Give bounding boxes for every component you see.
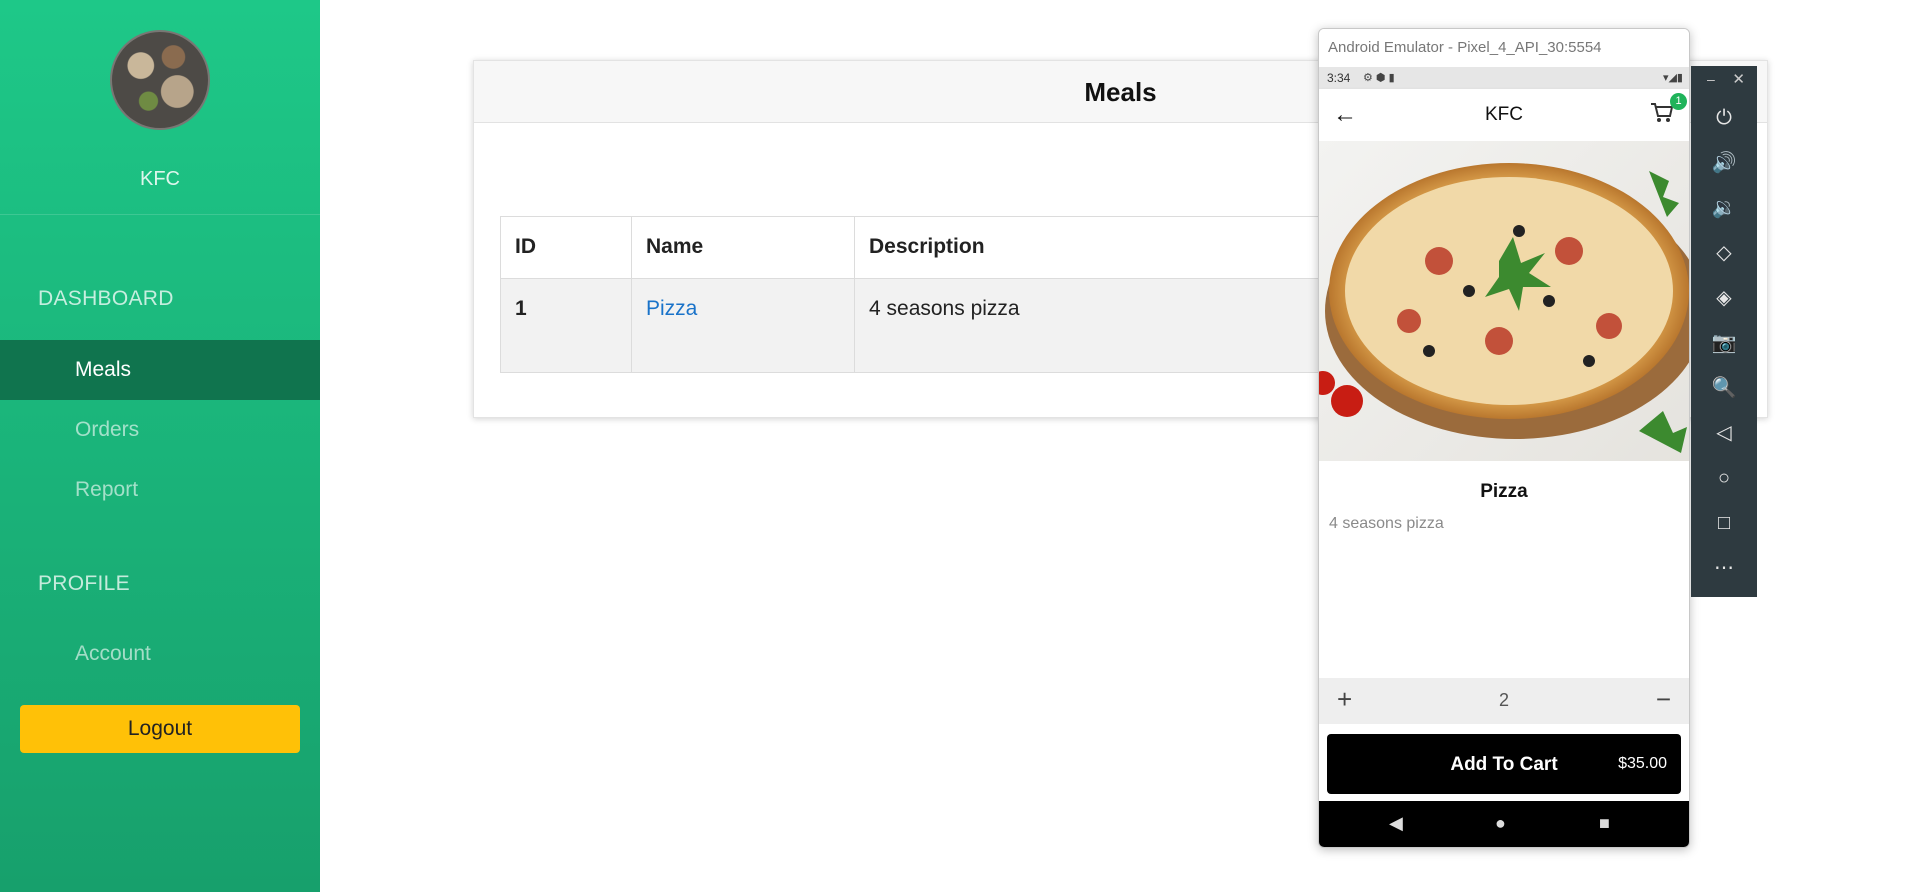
signal-battery-icon: ▾◢▮ xyxy=(1662,72,1683,84)
decrease-quantity-button[interactable]: − xyxy=(1656,684,1671,715)
cart-badge: 1 xyxy=(1670,93,1687,110)
column-header-name: Name xyxy=(631,216,855,279)
meal-name-link[interactable]: Pizza xyxy=(631,278,855,373)
nav-back-icon[interactable]: ◀ xyxy=(1389,813,1403,834)
meals-table: ID Name Description 1 Pizza 4 seasons pi… xyxy=(500,216,1455,373)
sidebar: KFC DASHBOARD Meals Orders Report PROFIL… xyxy=(0,0,320,892)
section-dashboard: DASHBOARD xyxy=(38,287,174,310)
close-icon[interactable]: ✕ xyxy=(1732,70,1745,88)
app-title: KFC xyxy=(1485,104,1523,125)
volume-down-icon[interactable]: 🔉 xyxy=(1691,186,1757,231)
zoom-icon[interactable]: 🔍 xyxy=(1691,366,1757,411)
sidebar-item-account[interactable]: Account xyxy=(0,624,320,684)
sidebar-item-orders[interactable]: Orders xyxy=(0,400,320,460)
minimize-icon[interactable]: – xyxy=(1707,71,1715,87)
power-icon[interactable]: ⏻ xyxy=(1691,96,1757,141)
android-nav-bar: ◀ ● ■ xyxy=(1319,801,1689,847)
column-header-id: ID xyxy=(500,216,632,279)
android-emulator-window: Android Emulator - Pixel_4_API_30:5554 3… xyxy=(1318,28,1690,848)
overview-icon[interactable]: □ xyxy=(1691,501,1757,546)
nav-home-icon[interactable]: ● xyxy=(1495,813,1506,834)
restaurant-avatar xyxy=(110,30,210,130)
quantity-stepper: + 2 − xyxy=(1319,678,1689,724)
rotate-left-icon[interactable]: ◇ xyxy=(1691,231,1757,276)
status-bar: 3:34 ⚙ ⬢ ▮ ▾◢▮ xyxy=(1319,67,1689,89)
pizza-illustration xyxy=(1319,163,1689,453)
nav-recents-icon[interactable]: ■ xyxy=(1599,813,1610,834)
more-icon[interactable]: ⋯ xyxy=(1691,546,1757,591)
add-to-cart-button[interactable]: Add To Cart $35.00 xyxy=(1327,734,1681,794)
sidebar-item-report[interactable]: Report xyxy=(0,460,320,520)
meal-title: Pizza xyxy=(1480,481,1528,502)
emulator-toolbar: – ✕ ⏻ 🔊 🔉 ◇ ◈ 📷 🔍 ◁ ○ □ ⋯ xyxy=(1691,66,1757,597)
status-icons: ⚙ ⬢ ▮ xyxy=(1363,72,1395,84)
app-bar: ← KFC 1 xyxy=(1319,89,1689,141)
emulator-title: Android Emulator - Pixel_4_API_30:5554 xyxy=(1319,29,1689,67)
volume-up-icon[interactable]: 🔊 xyxy=(1691,141,1757,186)
meal-description: 4 seasons pizza xyxy=(1329,515,1444,532)
cell-id: 1 xyxy=(500,278,632,373)
section-profile: PROFILE xyxy=(38,572,130,595)
back-icon[interactable]: ◁ xyxy=(1691,411,1757,456)
camera-icon[interactable]: 📷 xyxy=(1691,321,1757,366)
status-time: 3:34 xyxy=(1327,71,1351,85)
table-header-row: ID Name Description xyxy=(500,216,1455,279)
restaurant-name: KFC xyxy=(140,168,180,190)
home-icon[interactable]: ○ xyxy=(1691,456,1757,501)
meal-image xyxy=(1319,141,1689,461)
price-label: $35.00 xyxy=(1618,755,1667,772)
sidebar-divider xyxy=(0,214,320,215)
sidebar-item-meals[interactable]: Meals xyxy=(0,340,320,400)
quantity-value: 2 xyxy=(1498,690,1509,710)
logout-button[interactable]: Logout xyxy=(20,705,300,753)
table-row: 1 Pizza 4 seasons pizza xyxy=(500,278,1455,373)
rotate-right-icon[interactable]: ◈ xyxy=(1691,276,1757,321)
